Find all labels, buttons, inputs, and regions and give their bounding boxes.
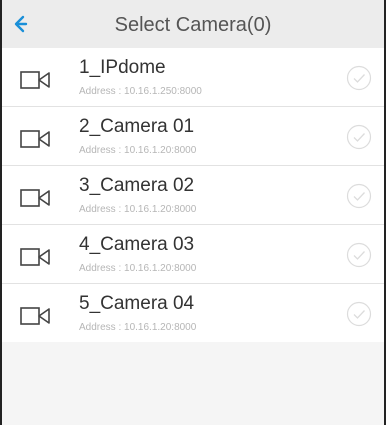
select-check-icon[interactable] — [346, 124, 372, 150]
video-camera-icon — [20, 71, 50, 89]
camera-name: 5_Camera 04 — [79, 293, 195, 314]
camera-name: 2_Camera 01 — [79, 116, 195, 137]
video-camera-icon — [20, 189, 50, 207]
camera-name: 3_Camera 02 — [79, 175, 195, 196]
camera-row[interactable]: 2_Camera 01 Address : 10.16.1.20:8000 — [2, 107, 384, 166]
camera-row[interactable]: 3_Camera 02 Address : 10.16.1.20:8000 — [2, 166, 384, 225]
camera-name: 4_Camera 03 — [79, 234, 195, 255]
camera-address: Address : 10.16.1.20:8000 — [79, 145, 197, 156]
camera-name: 1_IPdome — [79, 57, 166, 78]
app-frame: Select Camera(0) 1_IPdome Address : 10.1… — [0, 0, 386, 425]
camera-row[interactable]: 5_Camera 04 Address : 10.16.1.20:8000 — [2, 284, 384, 342]
camera-address: Address : 10.16.1.20:8000 — [79, 204, 197, 215]
camera-row[interactable]: 4_Camera 03 Address : 10.16.1.20:8000 — [2, 225, 384, 284]
header-bar: Select Camera(0) — [2, 0, 384, 49]
video-camera-icon — [20, 130, 50, 148]
select-check-icon[interactable] — [346, 301, 372, 327]
page-title: Select Camera(0) — [114, 14, 272, 36]
select-check-icon[interactable] — [346, 183, 372, 209]
camera-address: Address : 10.16.1.250:8000 — [79, 86, 202, 97]
video-camera-icon — [20, 248, 50, 266]
camera-row[interactable]: 1_IPdome Address : 10.16.1.250:8000 — [2, 48, 384, 107]
select-check-icon[interactable] — [346, 65, 372, 91]
select-check-icon[interactable] — [346, 242, 372, 268]
camera-list: 1_IPdome Address : 10.16.1.250:8000 2_Ca… — [2, 48, 384, 342]
video-camera-icon — [20, 307, 50, 325]
camera-address: Address : 10.16.1.20:8000 — [79, 322, 197, 333]
camera-address: Address : 10.16.1.20:8000 — [79, 263, 197, 274]
